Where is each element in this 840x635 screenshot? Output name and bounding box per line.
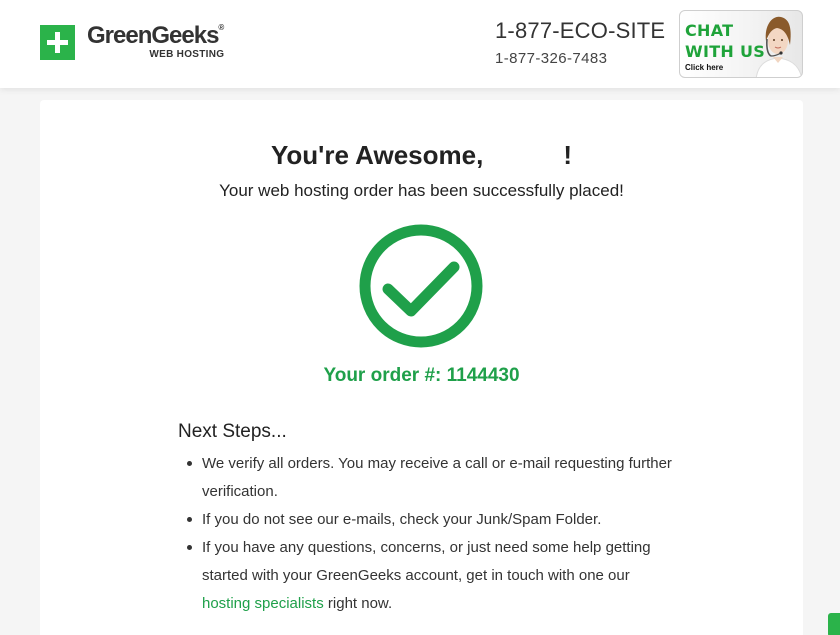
logo-subtitle: WEB HOSTING [149,49,225,60]
page-title: You're Awesome,! [270,140,572,170]
order-success-message: Your web hosting order has been successf… [219,181,624,200]
logo-text: GreenGeeks® WEB HOSTING [87,24,224,60]
chat-label-line1: CHAT [685,21,734,40]
phone-numbers: 1-877-ECO-SITE 1-877-326-7483 [495,18,665,67]
support-agent-icon [755,16,802,77]
plus-icon [40,25,75,60]
list-item: If you do not see our e-mails, check you… [182,506,682,534]
checkmark-circle-icon [359,224,483,348]
order-confirmation-card: You're Awesome,! Your web hosting order … [40,100,803,635]
chat-with-us-button[interactable]: CHAT WITH US Click here [679,10,803,78]
order-number: Your order #: 1144430 [323,365,520,386]
site-header: GreenGeeks® WEB HOSTING 1-877-ECO-SITE 1… [0,0,840,88]
logo-name: GreenGeeks® [87,22,225,49]
phone-main[interactable]: 1-877-ECO-SITE [495,18,665,44]
list-item: If you have any questions, concerns, or … [182,534,682,618]
floating-chat-button[interactable] [828,613,840,635]
chat-click-here: Click here [685,63,724,72]
hosting-specialists-link[interactable]: hosting specialists [202,595,324,612]
next-steps-list: We verify all orders. You may receive a … [182,450,682,618]
phone-sub[interactable]: 1-877-326-7483 [495,50,665,67]
greengeeks-logo[interactable]: GreenGeeks® WEB HOSTING [40,24,224,60]
list-item: We verify all orders. You may receive a … [182,450,682,506]
next-steps-heading: Next Steps... [178,421,287,442]
